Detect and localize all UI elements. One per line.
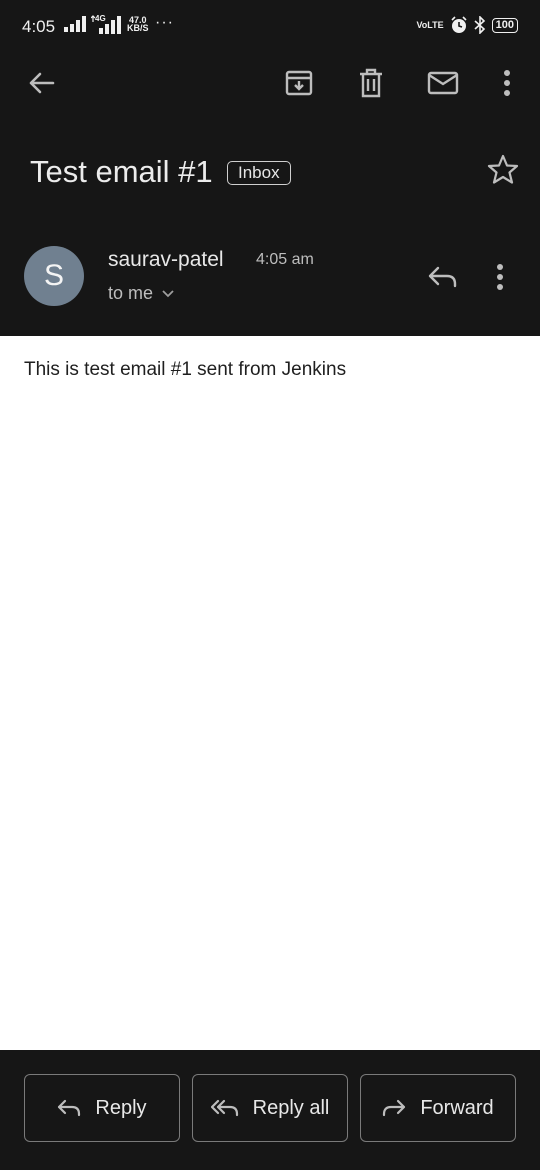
reply-icon (58, 1099, 81, 1117)
chevron-down-icon (162, 289, 174, 297)
inbox-label-chip[interactable]: Inbox (227, 161, 291, 185)
archive-button[interactable] (282, 66, 316, 100)
action-bar: Reply Reply all Forward (0, 1050, 540, 1170)
email-subject: Test email #1 (30, 154, 213, 189)
signal-icon (64, 16, 86, 32)
forward-icon (383, 1099, 406, 1117)
reply-button[interactable]: Reply (24, 1074, 180, 1142)
archive-icon (285, 70, 313, 96)
status-bar: 4:05 4G 47.0 KB/S ··· VoLTE 100 (0, 0, 540, 54)
reply-all-icon (210, 1099, 238, 1117)
message-more-button[interactable] (496, 264, 504, 295)
reply-icon (428, 266, 457, 288)
status-time: 4:05 (22, 17, 56, 36)
star-icon (487, 154, 519, 184)
bluetooth-icon (474, 16, 485, 34)
back-button[interactable] (24, 66, 58, 100)
more-options-button[interactable] (490, 66, 524, 100)
sent-time: 4:05 am (256, 251, 314, 268)
battery-icon: 100 (491, 17, 518, 33)
recipients-toggle[interactable]: to me (108, 283, 175, 304)
alarm-icon (451, 16, 467, 33)
more-vert-icon (497, 264, 503, 290)
email-body-text: This is test email #1 sent from Jenkins (24, 359, 347, 380)
avatar-initial: S (43, 259, 64, 292)
avatar[interactable]: S (24, 246, 84, 306)
quick-reply-button[interactable] (427, 264, 459, 293)
more-vert-icon (504, 70, 510, 96)
trash-icon (360, 68, 382, 98)
volte-icon: VoLTE (416, 19, 444, 30)
delete-button[interactable] (354, 66, 388, 100)
sender-header: S saurav-patel 4:05 am to me (0, 232, 540, 332)
status-overflow: ··· (155, 14, 174, 31)
subject-row: Test email #1 Inbox (0, 140, 540, 204)
mark-unread-button[interactable] (426, 66, 460, 100)
mail-icon (427, 71, 459, 95)
forward-button[interactable]: Forward (360, 1074, 516, 1142)
reply-all-button[interactable]: Reply all (192, 1074, 348, 1142)
email-toolbar (0, 54, 540, 112)
sender-name: saurav-patel (108, 248, 224, 271)
arrow-left-icon (29, 72, 55, 94)
network-indicator: 4G (90, 14, 123, 39)
email-body: This is test email #1 sent from Jenkins (0, 336, 540, 1050)
star-button[interactable] (487, 154, 519, 189)
reply-all-label: Reply all (252, 1096, 330, 1119)
network-speed: 47.0 KB/S (127, 15, 149, 33)
reply-label: Reply (95, 1096, 147, 1119)
recipients-text: to me (108, 283, 154, 303)
forward-label: Forward (420, 1096, 494, 1119)
